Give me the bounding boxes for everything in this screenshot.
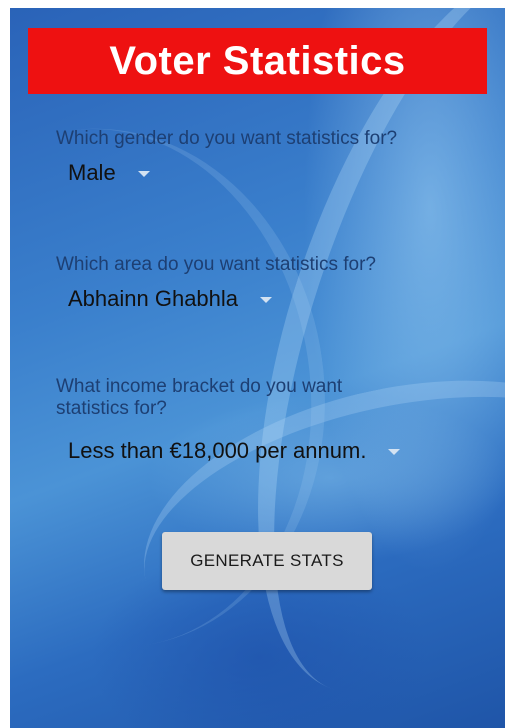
dropdown-arrow-icon (260, 297, 273, 303)
generate-stats-label: GENERATE STATS (190, 551, 344, 570)
page-title: Voter Statistics (109, 38, 406, 83)
app-screen: Voter Statistics Which gender do you wan… (10, 8, 505, 728)
generate-stats-button[interactable]: GENERATE STATS (162, 532, 372, 590)
background-wave (180, 8, 505, 728)
gender-question-label: Which gender do you want statistics for? (56, 128, 398, 149)
area-selected-value: Abhainn Ghabhla (68, 286, 239, 311)
income-selected-value: Less than €18,000 per annum. (68, 438, 367, 463)
dropdown-arrow-icon (388, 449, 401, 455)
gender-selected-value: Male (68, 160, 116, 185)
gender-dropdown[interactable]: Male (68, 158, 150, 188)
area-question-label: Which area do you want statistics for? (56, 254, 376, 275)
income-question-label: What income bracket do you want statisti… (56, 376, 343, 419)
area-dropdown[interactable]: Abhainn Ghabhla (68, 284, 273, 314)
title-banner: Voter Statistics (28, 28, 487, 94)
income-dropdown[interactable]: Less than €18,000 per annum. (68, 436, 401, 466)
dropdown-arrow-icon (137, 171, 150, 177)
